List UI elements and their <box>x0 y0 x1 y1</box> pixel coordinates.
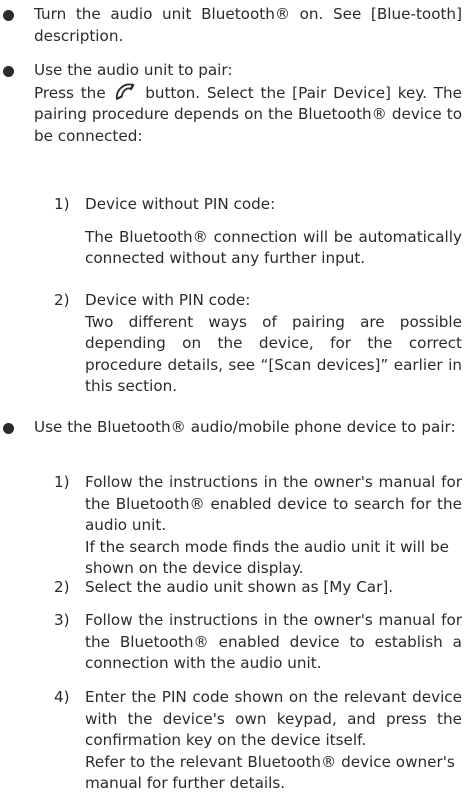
item-extra: Refer to the relevant Bluetooth® device … <box>85 752 455 793</box>
bullet-dot <box>3 10 14 21</box>
bullet-intro: Use the audio unit to pair: <box>34 61 233 79</box>
phone-icon <box>114 82 136 102</box>
bullet-dot <box>3 423 14 434</box>
manual-page: Turn the audio unit Bluetooth® on. See [… <box>0 0 470 793</box>
item-text: Enter the PIN code shown on the relevant… <box>85 688 462 749</box>
bullet-instruction: Press the button. Select the [Pair Devic… <box>34 82 463 145</box>
item-title: Device with PIN code: <box>85 291 251 309</box>
bullet-text: Turn the audio unit Bluetooth® on. See [… <box>34 5 462 45</box>
bullet-dot <box>3 66 14 77</box>
bullet-intro: Use the Bluetooth® audio/mobile phone de… <box>34 418 456 436</box>
item-text: Follow the instructions in the owner's m… <box>85 473 462 534</box>
item-body: Two different ways of pairing are possib… <box>85 312 462 396</box>
item-body: The Bluetooth® connection will be automa… <box>85 227 462 268</box>
item-extra: If the search mode finds the audio unit … <box>85 537 449 578</box>
item-title: Device without PIN code: <box>85 195 276 213</box>
item-text: Select the audio unit shown as [My Car]. <box>85 578 394 596</box>
item-text: Follow the instructions in the owner's m… <box>85 611 462 672</box>
